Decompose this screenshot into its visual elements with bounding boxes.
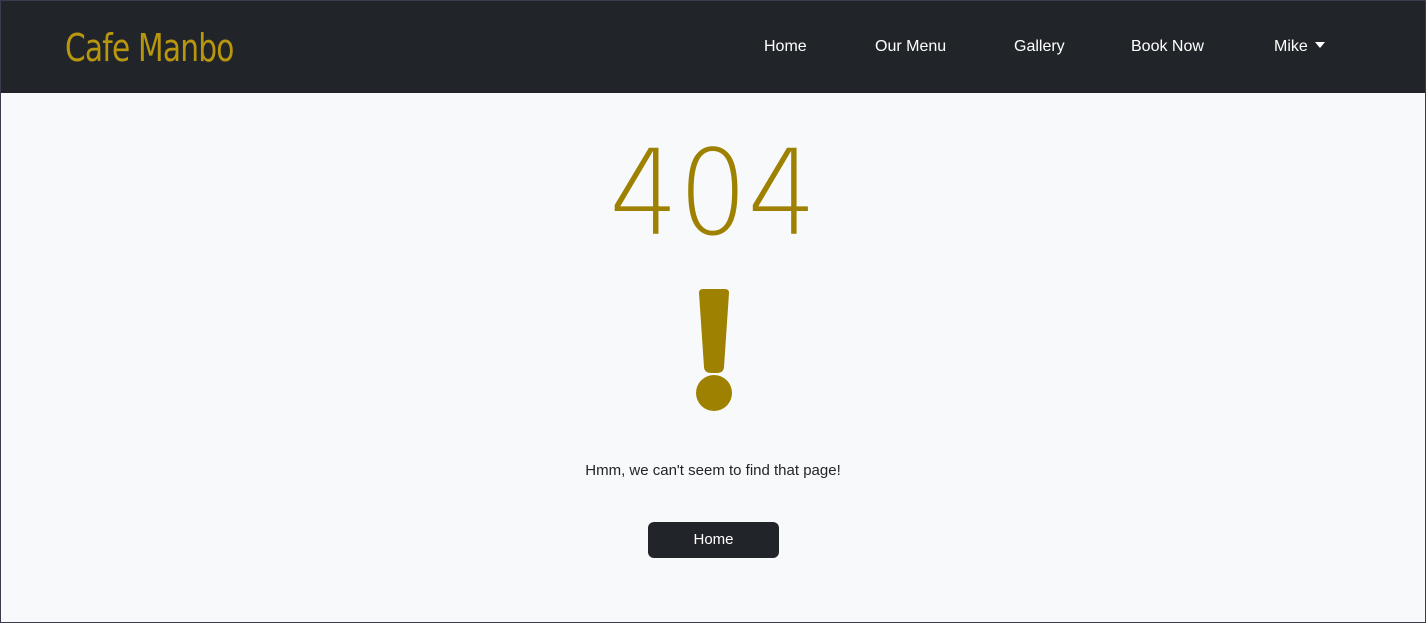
nav-link-gallery[interactable]: Gallery	[1014, 36, 1065, 58]
caret-down-icon	[1314, 42, 1325, 48]
page: Cafe Manbo Home Our Menu Gallery Book No…	[0, 0, 1426, 623]
error-code: 404	[609, 124, 817, 262]
nav-link-book-now[interactable]: Book Now	[1131, 36, 1204, 58]
nav-links: Home Our Menu Gallery Book Now Mike	[1, 1, 1425, 93]
user-name: Mike	[1274, 38, 1308, 55]
user-dropdown[interactable]: Mike	[1274, 36, 1325, 58]
exclamation-icon	[696, 289, 732, 411]
nav-link-home[interactable]: Home	[764, 36, 807, 58]
error-content: 404 Hmm, we can't seem to find that page…	[1, 93, 1425, 622]
navbar: Cafe Manbo Home Our Menu Gallery Book No…	[1, 1, 1425, 93]
nav-link-our-menu[interactable]: Our Menu	[875, 36, 946, 58]
error-message: Hmm, we can't seem to find that page!	[585, 462, 841, 479]
home-button[interactable]: Home	[648, 522, 779, 558]
